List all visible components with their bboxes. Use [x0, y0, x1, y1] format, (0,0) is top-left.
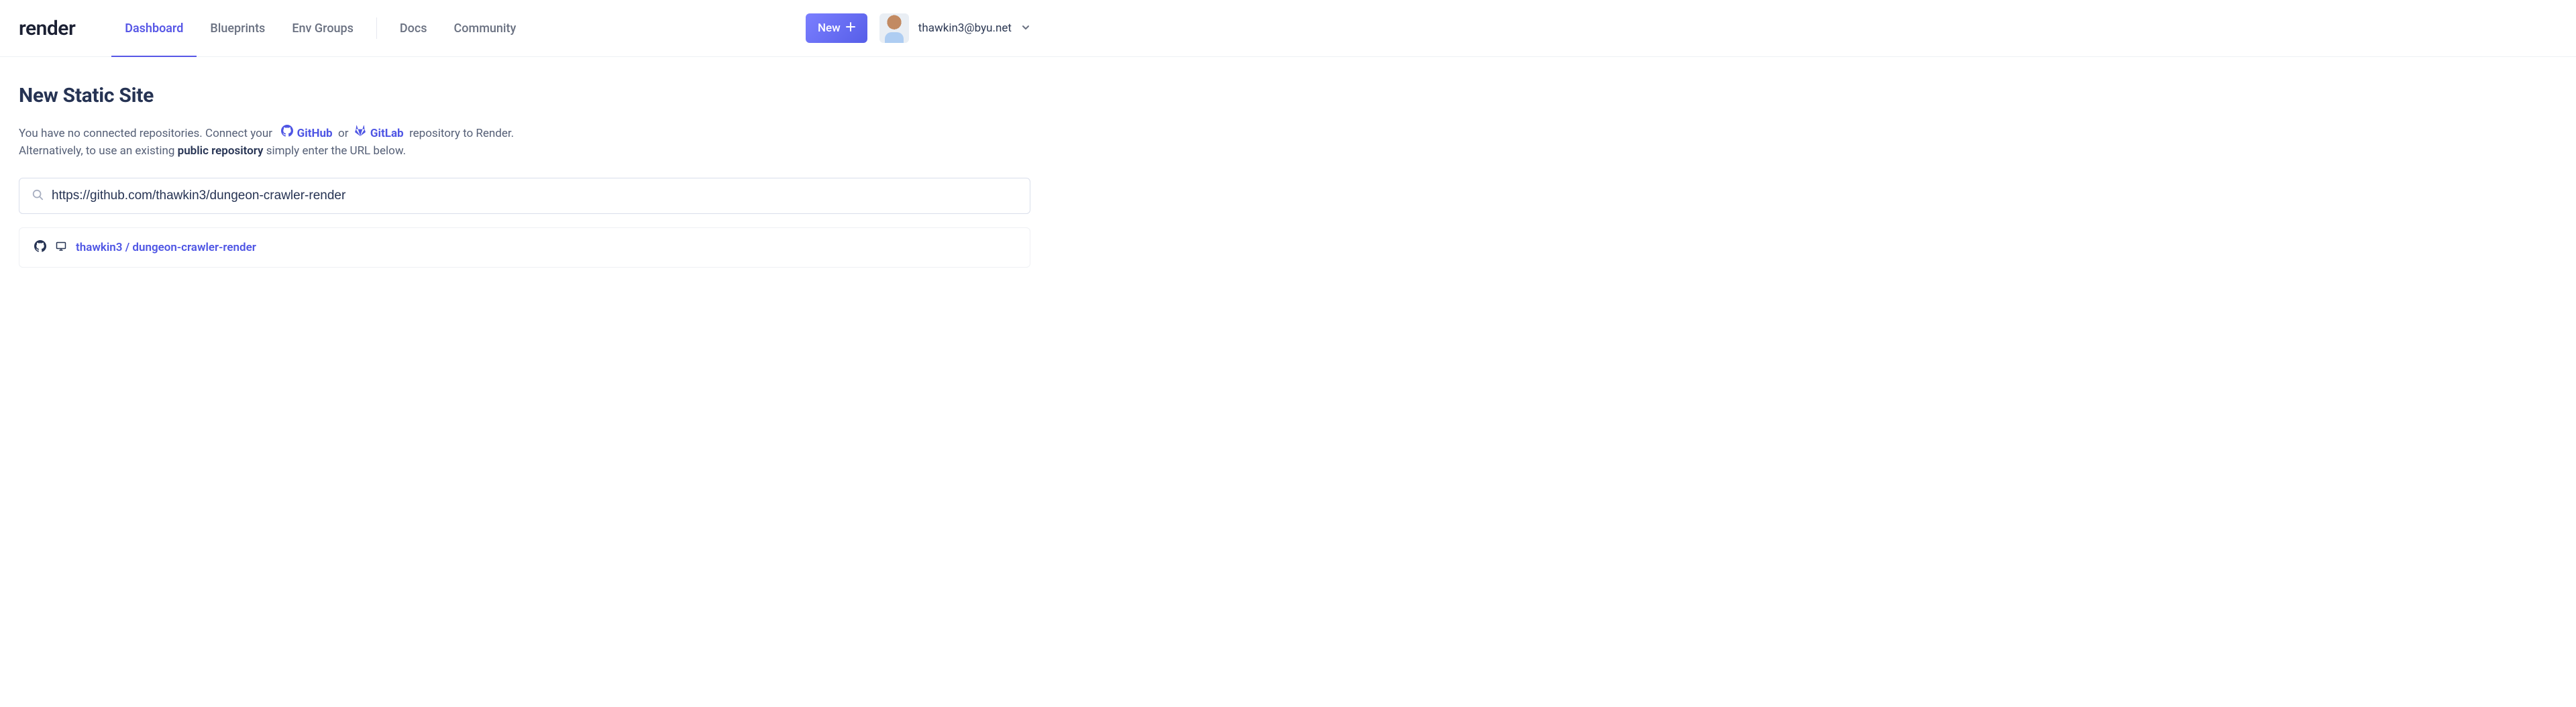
github-link[interactable]: GitHub: [281, 125, 333, 142]
desc-line2-suffix: simply enter the URL below.: [266, 144, 406, 158]
gitlab-label: GitLab: [370, 125, 404, 142]
or-label: or: [338, 127, 348, 140]
page-title: New Static Site: [19, 84, 1030, 107]
user-menu[interactable]: thawkin3@byu.net: [879, 13, 1030, 43]
plus-icon: [846, 22, 855, 34]
gitlab-link[interactable]: GitLab: [354, 125, 404, 142]
github-label: GitHub: [297, 125, 333, 142]
nav-docs[interactable]: Docs: [386, 0, 441, 56]
repo-result-row[interactable]: thawkin3 / dungeon-crawler-render: [19, 227, 1030, 268]
repo-result-label: thawkin3 / dungeon-crawler-render: [76, 241, 256, 254]
search-icon: [32, 188, 44, 203]
gitlab-icon: [354, 125, 366, 142]
nav-community[interactable]: Community: [441, 0, 530, 56]
new-button-label: New: [818, 21, 841, 35]
repo-url-searchbox[interactable]: [19, 178, 1030, 214]
nav-dashboard[interactable]: Dashboard: [111, 0, 197, 56]
logo[interactable]: render: [19, 17, 75, 40]
github-icon: [34, 240, 46, 255]
desc-line2-prefix: Alternatively, to use an existing: [19, 144, 174, 158]
nav-env-groups[interactable]: Env Groups: [278, 0, 367, 56]
avatar: [879, 13, 909, 43]
page-description: You have no connected repositories. Conn…: [19, 125, 824, 160]
nav-blueprints[interactable]: Blueprints: [197, 0, 278, 56]
desc-prefix: You have no connected repositories. Conn…: [19, 127, 272, 140]
desc-line2-strong: public repository: [178, 144, 264, 158]
desc-suffix: repository to Render.: [409, 127, 514, 140]
main-content: New Static Site You have no connected re…: [0, 57, 1030, 268]
static-site-icon: [56, 241, 66, 254]
topbar: render Dashboard Blueprints Env Groups D…: [0, 0, 2576, 57]
chevron-down-icon: [1021, 22, 1030, 35]
new-button[interactable]: New: [806, 13, 867, 43]
nav-divider: [376, 17, 377, 39]
user-email: thawkin3@byu.net: [918, 21, 1012, 35]
primary-nav: Dashboard Blueprints Env Groups Docs Com…: [111, 0, 529, 56]
github-icon: [281, 125, 293, 142]
repo-url-input[interactable]: [52, 188, 1018, 203]
